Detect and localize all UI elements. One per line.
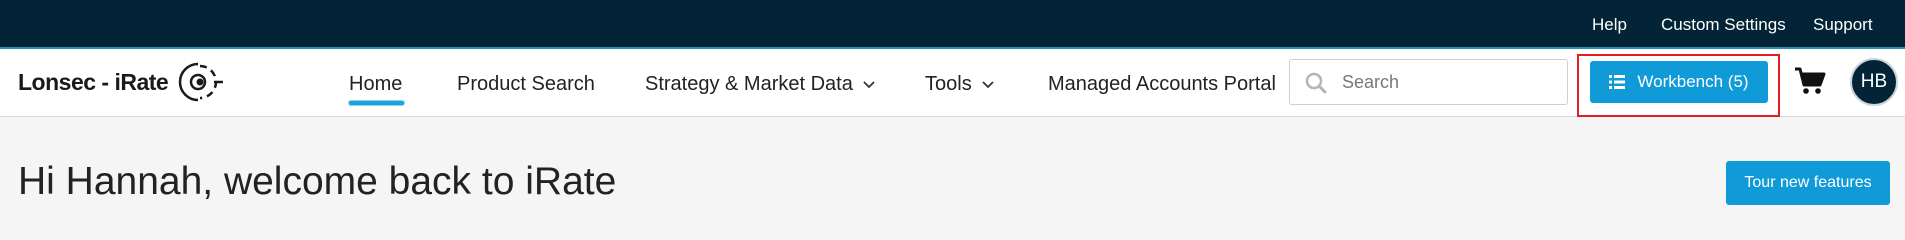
- search-box[interactable]: [1289, 59, 1568, 105]
- user-avatar[interactable]: HB: [1850, 58, 1898, 106]
- nav-home-label: Home: [349, 73, 403, 95]
- tour-button-label: Tour new features: [1744, 174, 1872, 191]
- nav-product-search-label: Product Search: [457, 73, 595, 95]
- top-utility-bar: Help Custom Settings Support: [0, 0, 1905, 49]
- welcome-heading: Hi Hannah, welcome back to iRate: [18, 160, 617, 203]
- search-icon: [1305, 72, 1327, 94]
- main-navbar: Lonsec - iRate Home Product Search Strat…: [0, 49, 1905, 117]
- nav-home[interactable]: Home: [349, 73, 402, 96]
- eye-target-icon: [178, 62, 224, 102]
- help-link[interactable]: Help: [1592, 15, 1627, 35]
- nav-managed-accounts-portal[interactable]: Managed Accounts Portal: [1048, 73, 1276, 96]
- nav-tools[interactable]: Tools: [925, 73, 994, 96]
- nav-product-search[interactable]: Product Search: [457, 73, 595, 96]
- nav-strategy-market-data-label: Strategy & Market Data: [645, 73, 853, 95]
- chevron-down-icon: [863, 80, 875, 88]
- cart-icon[interactable]: [1794, 67, 1826, 95]
- logo-text: Lonsec - iRate: [18, 68, 169, 95]
- support-link[interactable]: Support: [1813, 15, 1873, 35]
- custom-settings-link[interactable]: Custom Settings: [1661, 15, 1786, 35]
- active-tab-indicator: [349, 101, 404, 105]
- nav-managed-accounts-portal-label: Managed Accounts Portal: [1048, 73, 1276, 95]
- nav-tools-label: Tools: [925, 73, 972, 95]
- workbench-label: Workbench (5): [1637, 72, 1749, 91]
- search-input[interactable]: [1340, 68, 1555, 96]
- nav-strategy-market-data[interactable]: Strategy & Market Data: [645, 73, 875, 96]
- avatar-initials: HB: [1860, 71, 1888, 92]
- workbench-button[interactable]: Workbench (5): [1590, 61, 1768, 103]
- chevron-down-icon: [982, 80, 994, 88]
- list-icon: [1609, 75, 1626, 89]
- tour-new-features-button[interactable]: Tour new features: [1726, 161, 1890, 205]
- brand-logo[interactable]: Lonsec - iRate: [18, 57, 224, 107]
